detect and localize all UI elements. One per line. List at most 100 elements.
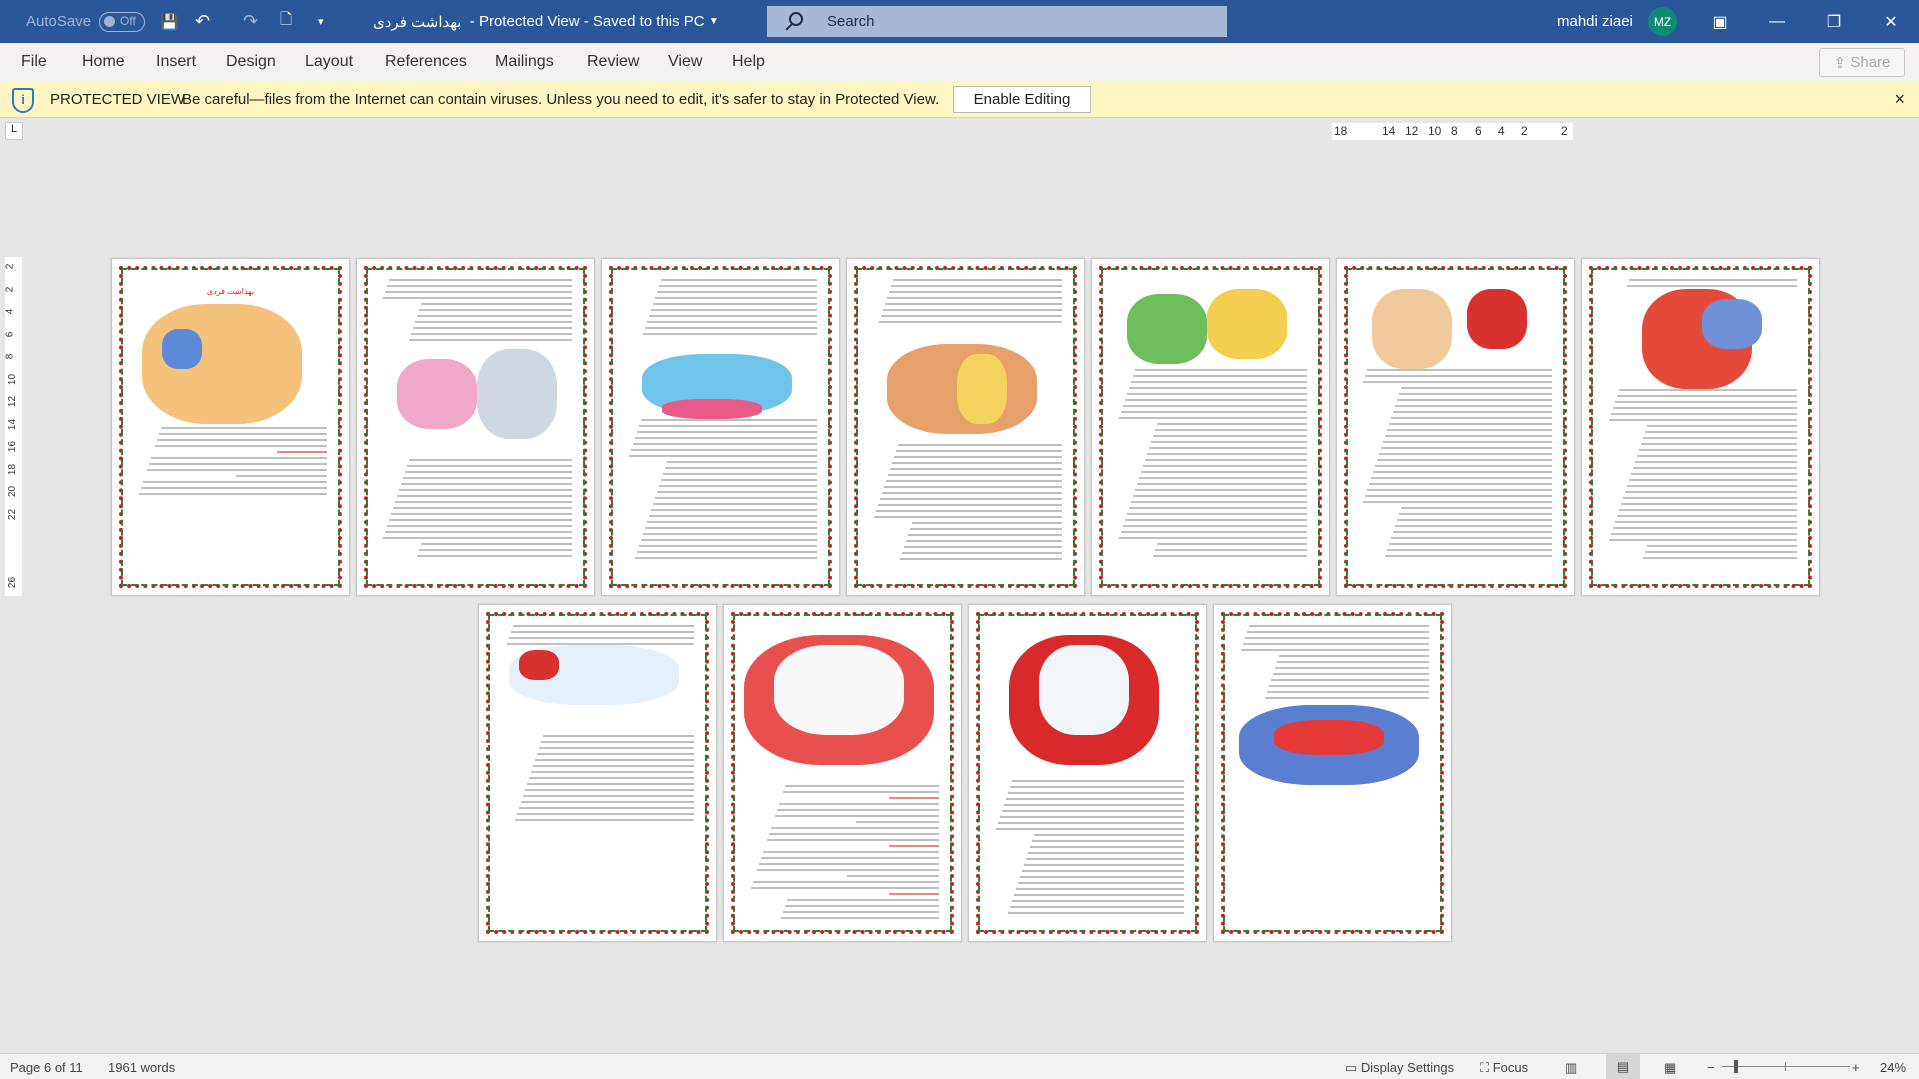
text-line (155, 445, 327, 447)
close-icon[interactable]: ✕ (1868, 0, 1914, 43)
text-line (783, 911, 939, 913)
text-line (1032, 840, 1184, 842)
ruler-tick-label: 12 (7, 395, 19, 408)
autosave-toggle[interactable]: AutoSave Off (26, 0, 146, 43)
save-icon[interactable]: 💾 (160, 0, 179, 43)
text-line (657, 491, 817, 493)
ribbon-display-icon[interactable]: ▣ (1697, 0, 1743, 43)
read-mode-icon[interactable]: ▥ (1565, 1060, 1577, 1076)
word-count[interactable]: 1961 words (108, 1060, 175, 1075)
share-button[interactable]: ⇪ Share (1819, 48, 1905, 77)
web-layout-icon[interactable]: ▦ (1664, 1060, 1676, 1076)
text-line (1028, 852, 1184, 854)
zoom-in-button[interactable]: + (1852, 1060, 1860, 1075)
ruler-tick-label: 6 (4, 331, 16, 337)
document-page[interactable] (1213, 604, 1452, 942)
text-line (1275, 667, 1429, 669)
avatar[interactable]: MZ (1648, 7, 1677, 36)
tab-view[interactable]: View (668, 53, 702, 71)
focus-button[interactable]: ⛶ Focus (1480, 1060, 1528, 1076)
text-line (1000, 816, 1184, 818)
text-line (421, 303, 572, 305)
text-line (1629, 279, 1797, 281)
zoom-level[interactable]: 24% (1880, 1060, 1906, 1075)
customize-toolbar-icon[interactable]: ▾ (318, 0, 324, 43)
document-page[interactable] (478, 604, 717, 942)
page-illustration (1467, 289, 1527, 349)
enable-editing-button[interactable]: Enable Editing (953, 86, 1091, 113)
text-line (1613, 527, 1797, 529)
status-bar: Page 6 of 11 1961 words ▭ Display Settin… (0, 1053, 1919, 1079)
document-page[interactable] (846, 258, 1085, 596)
text-line (399, 489, 572, 491)
horizontal-ruler[interactable]: 18 14 12 10 8 6 4 2 2 (1332, 123, 1573, 140)
minimize-icon[interactable]: — (1754, 0, 1800, 43)
page-indicator[interactable]: Page 6 of 11 (10, 1060, 83, 1075)
search-input[interactable]: Search (767, 6, 1227, 37)
document-title[interactable]: بهداشت فردی - Protected View - Saved to … (373, 0, 719, 43)
text-line (1369, 483, 1552, 485)
text-line (908, 534, 1062, 536)
user-name[interactable]: mahdi ziaei (1557, 0, 1633, 43)
text-line (657, 291, 817, 293)
tab-file[interactable]: File (21, 53, 47, 71)
share-label: Share (1850, 54, 1891, 71)
text-line (513, 625, 694, 627)
text-line (1143, 465, 1307, 467)
text-line (898, 444, 1062, 446)
new-document-icon[interactable]: 🗋 (280, 0, 292, 43)
ruler-tick-label: 10 (1428, 124, 1442, 138)
text-line (1387, 549, 1552, 551)
text-line (1012, 900, 1184, 902)
zoom-out-button[interactable]: − (1707, 1060, 1715, 1075)
document-page[interactable]: بهداشت فردی (111, 258, 350, 596)
text-line (417, 315, 572, 317)
tab-selector-icon[interactable]: L (5, 122, 23, 140)
print-layout-icon[interactable]: ▤ (1606, 1054, 1640, 1079)
ruler-tick-label: 2 (1561, 124, 1568, 138)
zoom-slider[interactable] (1722, 1060, 1850, 1073)
vertical-ruler[interactable]: 2 2 4 6 8 10 12 14 16 18 20 22 26 (4, 257, 22, 596)
toggle-switch[interactable]: Off (99, 11, 146, 32)
tab-help[interactable]: Help (732, 53, 765, 71)
document-page[interactable] (1581, 258, 1820, 596)
document-page[interactable] (601, 258, 840, 596)
text-line (1121, 411, 1307, 413)
tab-references[interactable]: References (385, 53, 467, 71)
text-line (1643, 437, 1797, 439)
tab-layout[interactable]: Layout (305, 53, 353, 71)
text-line (661, 479, 817, 481)
text-line (1391, 537, 1552, 539)
text-line (1267, 691, 1429, 693)
text-line (533, 765, 694, 767)
tab-design[interactable]: Design (226, 53, 276, 71)
undo-icon[interactable]: ↶ (195, 0, 210, 43)
text-line (647, 521, 817, 523)
save-status: Protected View - Saved to this PC (478, 13, 705, 30)
tab-mailings[interactable]: Mailings (495, 53, 554, 71)
document-page[interactable] (356, 258, 595, 596)
document-page[interactable] (723, 604, 962, 942)
text-line (395, 501, 572, 503)
text-line (1141, 471, 1307, 473)
document-page[interactable] (1336, 258, 1575, 596)
display-settings-button[interactable]: ▭ Display Settings (1345, 1060, 1454, 1076)
text-line (401, 483, 572, 485)
tab-home[interactable]: Home (82, 53, 125, 71)
redo-icon[interactable]: ↷ (243, 0, 258, 43)
text-line (1611, 413, 1797, 415)
document-page[interactable] (968, 604, 1207, 942)
zoom-slider-thumb[interactable] (1734, 1060, 1739, 1073)
text-line (1034, 834, 1184, 836)
text-line (1629, 479, 1797, 481)
text-line (1131, 501, 1307, 503)
document-page[interactable] (1091, 258, 1330, 596)
tab-review[interactable]: Review (587, 53, 639, 71)
close-icon[interactable]: × (1894, 89, 1905, 110)
text-line (887, 297, 1062, 299)
restore-icon[interactable]: ❐ (1811, 0, 1857, 43)
text-line (1373, 471, 1552, 473)
tab-insert[interactable]: Insert (156, 53, 196, 71)
text-line (781, 917, 939, 919)
text-line (383, 297, 572, 299)
